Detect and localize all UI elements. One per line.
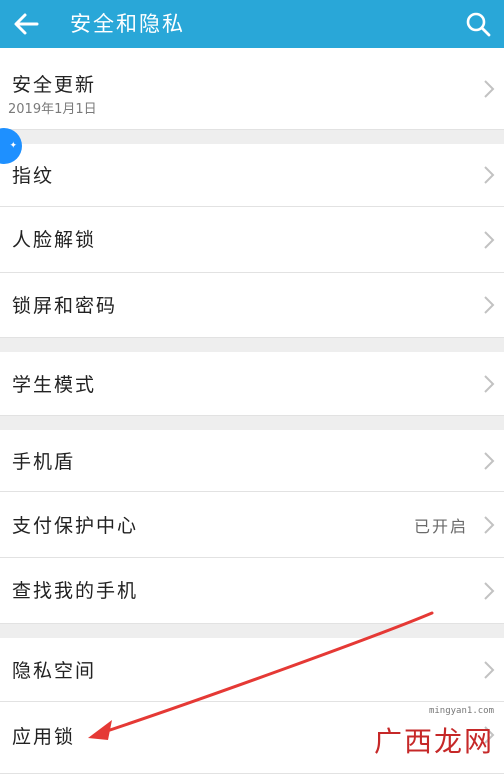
back-button[interactable]: [8, 6, 44, 42]
settings-item-security-update[interactable]: 安全更新 2019年1月1日: [0, 48, 504, 130]
item-label: 安全更新: [12, 74, 97, 96]
settings-list: 安全更新 2019年1月1日 指纹 人脸解锁 锁屏和密码 学生模式 手机盾 支付…: [0, 48, 504, 774]
back-arrow-icon: [14, 13, 39, 35]
item-label: 锁屏和密码: [12, 295, 118, 317]
section-divider: [0, 130, 504, 144]
search-icon: [466, 12, 491, 37]
chevron-right-icon: [484, 661, 495, 679]
chevron-right-icon: [484, 166, 495, 184]
section-divider: [0, 338, 504, 352]
item-label: 指纹: [12, 165, 55, 187]
item-label: 支付保护中心: [12, 515, 139, 537]
chevron-right-icon: [484, 375, 495, 393]
item-label: 手机盾: [12, 451, 76, 473]
settings-item-lockscreen-password[interactable]: 锁屏和密码: [0, 273, 504, 338]
settings-item-student-mode[interactable]: 学生模式: [0, 352, 504, 416]
settings-item-payment-protection[interactable]: 支付保护中心 已开启: [0, 492, 504, 558]
watermark-domain: mingyan1.com: [428, 706, 494, 716]
watermark-brand: 广西龙网: [373, 725, 494, 758]
app-bar: 安全和隐私: [0, 0, 504, 48]
section-divider: [0, 624, 504, 638]
chevron-right-icon: [484, 231, 495, 249]
status-text: 已开启: [413, 517, 468, 536]
section-divider: [0, 416, 504, 430]
item-label: 查找我的手机: [12, 580, 139, 602]
chevron-right-icon: [484, 296, 495, 314]
item-label: 应用锁: [12, 726, 76, 748]
chevron-right-icon: [484, 80, 495, 98]
item-label: 隐私空间: [12, 660, 97, 682]
chevron-right-icon: [484, 452, 495, 470]
settings-item-fingerprint[interactable]: 指纹: [0, 144, 504, 207]
item-label: 人脸解锁: [12, 229, 97, 251]
search-button[interactable]: [460, 6, 496, 42]
page-title: 安全和隐私: [70, 12, 185, 36]
chevron-right-icon: [484, 516, 495, 534]
chevron-right-icon: [484, 582, 495, 600]
settings-item-face-unlock[interactable]: 人脸解锁: [0, 207, 504, 273]
item-sublabel: 2019年1月1日: [8, 102, 97, 117]
settings-item-find-my-phone[interactable]: 查找我的手机: [0, 558, 504, 624]
settings-item-phone-shield[interactable]: 手机盾: [0, 430, 504, 492]
item-label: 学生模式: [12, 374, 97, 396]
floating-dot-icon: ✦: [9, 141, 17, 151]
settings-item-privacy-space[interactable]: 隐私空间: [0, 638, 504, 702]
